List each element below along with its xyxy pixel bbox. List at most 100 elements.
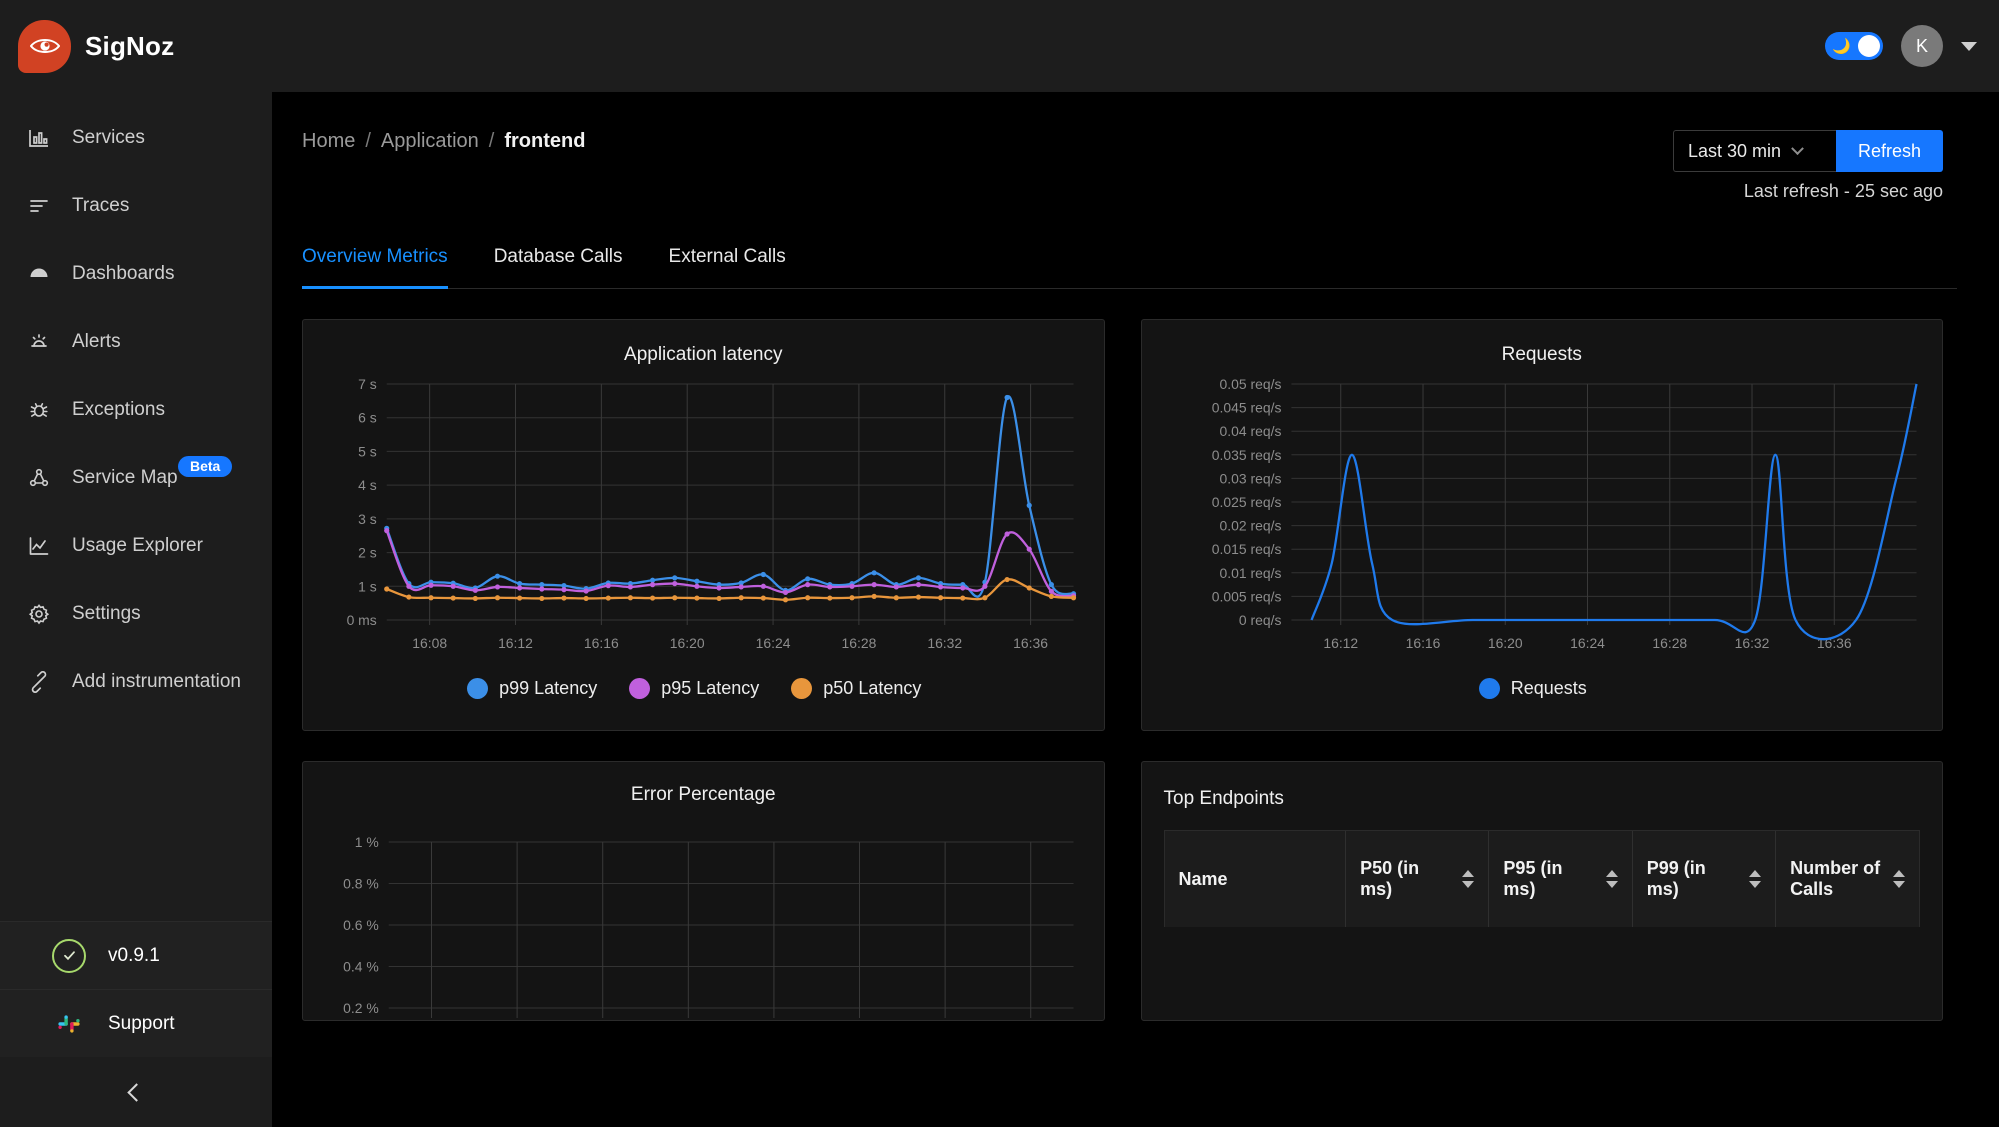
svg-text:0.015 req/s: 0.015 req/s (1211, 541, 1281, 557)
svg-text:0.01 req/s: 0.01 req/s (1219, 565, 1281, 581)
column-header-p99[interactable]: P99 (in ms) (1632, 831, 1775, 927)
sort-descending-icon[interactable] (1606, 881, 1618, 888)
legend-color-dot (629, 678, 650, 699)
column-header-p50[interactable]: P50 (in ms) (1346, 831, 1489, 927)
sidebar-item-services[interactable]: Services (0, 104, 272, 172)
sort-ascending-icon[interactable] (1893, 870, 1905, 877)
column-label: P95 (in ms) (1503, 858, 1597, 900)
moon-icon: 🌙 (1832, 39, 1851, 54)
header-row: Home / Application / frontend Last 30 mi… (302, 92, 1943, 202)
sidebar-collapse-button[interactable] (0, 1057, 272, 1127)
legend-item-p50[interactable]: p50 Latency (791, 678, 921, 699)
sort-toggle[interactable] (1893, 870, 1905, 888)
svg-text:3 s: 3 s (358, 511, 377, 527)
top-bar-right: 🌙 K (1825, 25, 1977, 67)
tabs: Overview Metrics Database Calls External… (302, 246, 1943, 289)
panel-title: Application latency (325, 344, 1082, 366)
legend-item-p95[interactable]: p95 Latency (629, 678, 759, 699)
sort-descending-icon[interactable] (1893, 881, 1905, 888)
requests-legend: Requests (1164, 678, 1921, 699)
breadcrumb-current: frontend (504, 130, 585, 153)
sidebar-item-label: Exceptions (72, 399, 165, 421)
svg-text:16:36: 16:36 (1013, 635, 1048, 651)
breadcrumb-application[interactable]: Application (381, 130, 479, 153)
sidebar-item-add-instrumentation[interactable]: Add instrumentation (0, 648, 272, 716)
svg-text:0.045 req/s: 0.045 req/s (1211, 400, 1281, 416)
brand[interactable]: SigNoz (18, 20, 174, 73)
sort-toggle[interactable] (1462, 870, 1474, 888)
latency-legend: p99 Latency p95 Latency p50 Latency (325, 678, 1082, 699)
tabs-divider (302, 288, 1957, 289)
version-label: v0.9.1 (108, 945, 160, 967)
sort-descending-icon[interactable] (1749, 881, 1761, 888)
column-label: P50 (in ms) (1360, 858, 1454, 900)
panels-row-1: Application latency 0 ms1 s2 s3 s4 s5 s6… (302, 319, 1943, 731)
sidebar-item-dashboards[interactable]: Dashboards (0, 240, 272, 308)
panel-col-left: Application latency 0 ms1 s2 s3 s4 s5 s6… (302, 319, 1105, 731)
svg-text:2 s: 2 s (358, 545, 377, 561)
sidebar-item-exceptions[interactable]: Exceptions (0, 376, 272, 444)
svg-text:0 ms: 0 ms (347, 612, 377, 628)
sort-ascending-icon[interactable] (1606, 870, 1618, 877)
tab-overview-metrics[interactable]: Overview Metrics (302, 246, 448, 288)
breadcrumb-home[interactable]: Home (302, 130, 355, 153)
legend-item-requests[interactable]: Requests (1479, 678, 1587, 699)
error-percentage-chart[interactable]: 0.2 %0.4 %0.6 %0.8 %1 % (325, 832, 1082, 1018)
error-percentage-panel: Error Percentage 0.2 %0.4 %0.6 %0.8 %1 % (302, 761, 1105, 1021)
column-label: Number of Calls (1790, 858, 1885, 900)
brand-name: SigNoz (85, 31, 174, 62)
sidebar-item-settings[interactable]: Settings (0, 580, 272, 648)
svg-text:0.6 %: 0.6 % (343, 917, 379, 933)
column-header-number-of-calls[interactable]: Number of Calls (1776, 831, 1919, 927)
chevron-down-icon[interactable] (1961, 42, 1977, 51)
tab-external-calls[interactable]: External Calls (669, 246, 786, 288)
panels-row-2: Error Percentage 0.2 %0.4 %0.6 %0.8 %1 %… (302, 761, 1943, 1021)
tabs-row: Overview Metrics Database Calls External… (302, 246, 1943, 288)
sort-ascending-icon[interactable] (1462, 870, 1474, 877)
sidebar-item-service-map[interactable]: Service Map Beta (0, 444, 272, 512)
main-content: Home / Application / frontend Last 30 mi… (272, 92, 1999, 1127)
sort-toggle[interactable] (1749, 870, 1761, 888)
avatar[interactable]: K (1901, 25, 1943, 67)
breadcrumb-separator: / (365, 130, 371, 153)
svg-text:0.03 req/s: 0.03 req/s (1219, 470, 1281, 486)
theme-toggle[interactable]: 🌙 (1825, 32, 1883, 60)
application-latency-chart[interactable]: 0 ms1 s2 s3 s4 s5 s6 s7 s16:0816:1216:16… (325, 374, 1082, 664)
requests-chart[interactable]: 0 req/s0.005 req/s0.01 req/s0.015 req/s0… (1164, 374, 1921, 664)
svg-text:1 s: 1 s (358, 578, 377, 594)
alarm-icon (26, 329, 52, 355)
svg-text:16:20: 16:20 (1487, 635, 1522, 651)
svg-text:16:28: 16:28 (1652, 635, 1687, 651)
svg-text:16:16: 16:16 (584, 635, 619, 651)
sidebar-item-alerts[interactable]: Alerts (0, 308, 272, 376)
svg-text:0 req/s: 0 req/s (1238, 612, 1281, 628)
version-row[interactable]: v0.9.1 (0, 921, 272, 989)
sort-toggle[interactable] (1606, 870, 1618, 888)
top-bar: SigNoz 🌙 K (0, 0, 1999, 92)
tab-database-calls[interactable]: Database Calls (494, 246, 623, 288)
top-endpoints-table-wrap: Name P50 (in ms) (1164, 830, 1921, 927)
svg-text:0.05 req/s: 0.05 req/s (1219, 376, 1281, 392)
sidebar-item-label: Traces (72, 195, 129, 217)
nodes-icon (26, 465, 52, 491)
support-row[interactable]: Support (0, 989, 272, 1057)
table-header-row: Name P50 (in ms) (1165, 831, 1920, 927)
time-range-select[interactable]: Last 30 min (1673, 130, 1836, 172)
sidebar-item-usage-explorer[interactable]: Usage Explorer (0, 512, 272, 580)
svg-text:4 s: 4 s (358, 477, 377, 493)
bug-icon (26, 397, 52, 423)
svg-text:0.04 req/s: 0.04 req/s (1219, 423, 1281, 439)
panel-col-right: Requests 0 req/s0.005 req/s0.01 req/s0.0… (1141, 319, 1944, 731)
sidebar-item-traces[interactable]: Traces (0, 172, 272, 240)
time-controls-area: Last 30 min Refresh Last refresh - 25 se… (1673, 130, 1943, 202)
column-header-p95[interactable]: P95 (in ms) (1489, 831, 1632, 927)
refresh-button[interactable]: Refresh (1836, 130, 1943, 172)
sort-ascending-icon[interactable] (1749, 870, 1761, 877)
svg-text:16:32: 16:32 (927, 635, 962, 651)
sort-descending-icon[interactable] (1462, 881, 1474, 888)
svg-text:0.035 req/s: 0.035 req/s (1211, 447, 1281, 463)
legend-color-dot (467, 678, 488, 699)
sidebar-item-label: Usage Explorer (72, 535, 203, 557)
toggle-knob (1858, 35, 1880, 57)
legend-item-p99[interactable]: p99 Latency (467, 678, 597, 699)
